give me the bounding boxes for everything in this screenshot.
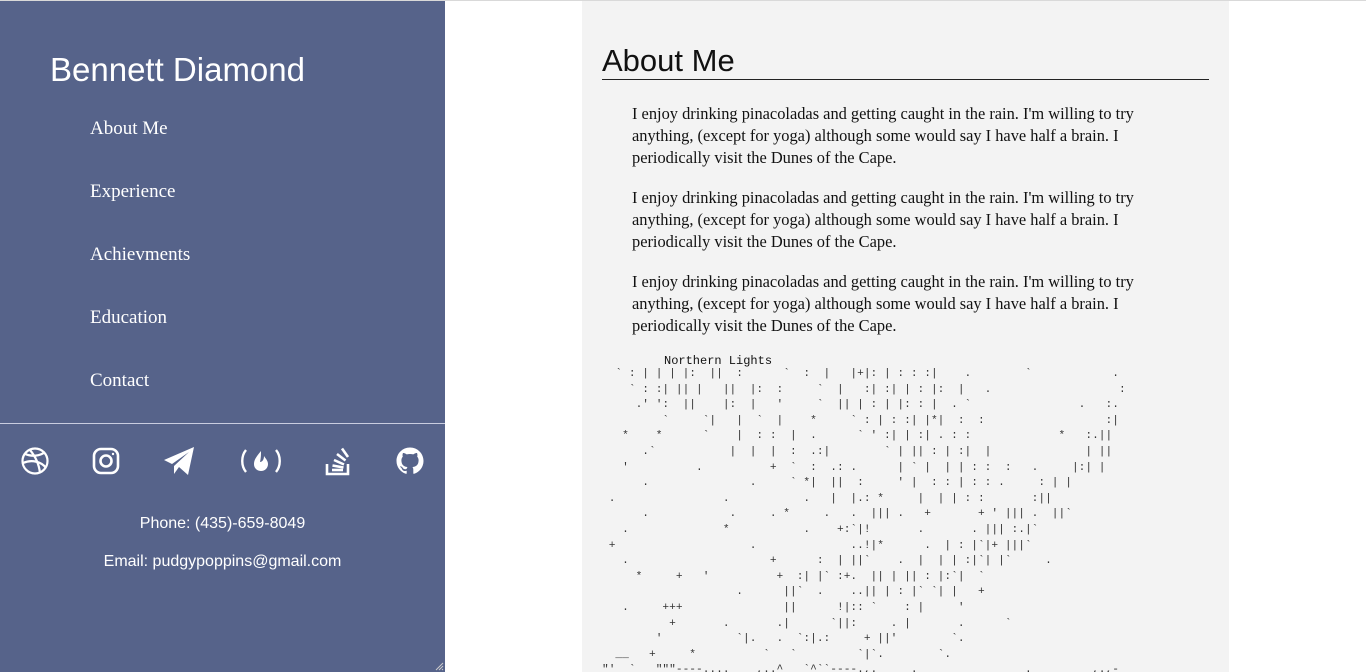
resize-grip-icon[interactable]	[434, 661, 444, 671]
about-me-section: About Me I enjoy drinking pinacoladas an…	[582, 1, 1229, 672]
northern-lights-ascii-art: ` : | | | |: || : ` : | |+|: | : : :| . …	[602, 368, 1126, 672]
stackoverflow-icon[interactable]	[318, 441, 358, 481]
telegram-icon[interactable]	[159, 441, 199, 481]
about-paragraph: I enjoy drinking pinacoladas and getting…	[632, 272, 1134, 335]
about-paragraph: I enjoy drinking pinacoladas and getting…	[632, 188, 1134, 251]
github-icon[interactable]	[390, 441, 430, 481]
social-links	[0, 441, 445, 481]
ascii-art-title: Northern Lights	[664, 354, 773, 368]
dribbble-icon[interactable]	[15, 441, 55, 481]
nav-education[interactable]: Education	[90, 306, 167, 330]
phone-number: Phone: (435)-659-8049	[139, 515, 306, 532]
freecodecamp-icon[interactable]	[238, 441, 284, 481]
nav-experience[interactable]: Experience	[90, 180, 175, 204]
instagram-icon[interactable]	[86, 441, 126, 481]
nav-about-me[interactable]: About Me	[90, 117, 168, 141]
sidebar-nav: About Me Experience Achievments Educatio…	[90, 117, 190, 432]
section-title: About Me	[602, 43, 1209, 80]
sidebar: Bennett Diamond About Me Experience Achi…	[0, 1, 445, 672]
site-owner-name: Bennett Diamond	[50, 51, 305, 88]
nav-contact[interactable]: Contact	[90, 369, 149, 393]
email-address: Email: pudgypoppins@gmail.com	[103, 553, 342, 570]
about-paragraph: I enjoy drinking pinacoladas and getting…	[632, 104, 1134, 167]
nav-achievements[interactable]: Achievments	[90, 243, 190, 267]
sidebar-divider	[0, 423, 445, 424]
